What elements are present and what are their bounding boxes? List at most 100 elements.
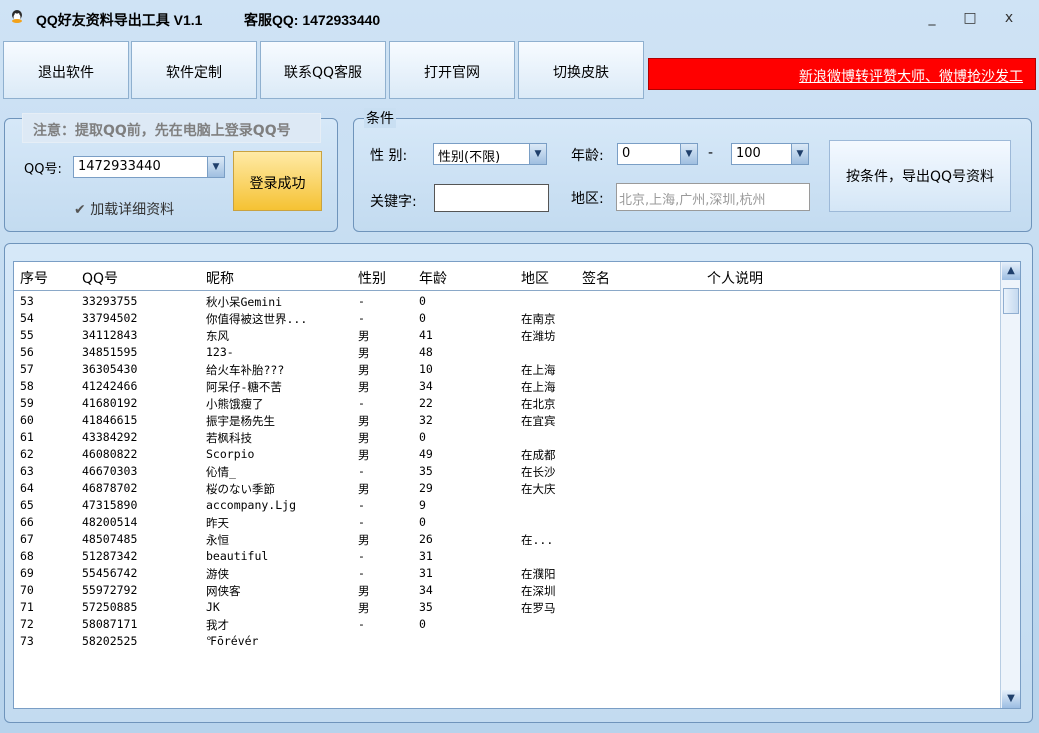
checkmark-icon: ✔ [74,202,86,218]
cell-qq: 43384292 [82,430,138,444]
cell-qq: 55456742 [82,566,138,580]
cell-nickname: 123- [206,345,234,359]
table-row[interactable]: 61 43384292 若枫科技 男 0 [14,429,1000,446]
login-button[interactable]: 登录成功 [233,151,322,211]
title-bar[interactable]: QQ好友资料导出工具 V1.1 客服QQ: 1472933440 _ □ x [0,0,1039,40]
contact-support-button[interactable]: 联系QQ客服 [260,41,386,99]
cell-age: 32 [419,413,433,427]
table-row[interactable]: 69 55456742 游侠 - 31 在濮阳 [14,565,1000,582]
close-button[interactable]: x [997,10,1021,30]
cell-index: 57 [20,362,34,376]
results-table[interactable]: 序号 QQ号 昵称 性别 年龄 地区 签名 个人说明 53 33293755 秋小呆… [13,261,1021,709]
table-row[interactable]: 72 58087171 我才 - 0 [14,616,1000,633]
cell-nickname: ℉ōrévér [206,634,259,648]
ad-marquee-text: 新浪微博转评赞大师、微博抢沙发工 [799,69,1023,85]
cell-age: 0 [419,294,426,308]
table-row[interactable]: 71 57250885 JK 男 35 在罗马 [14,599,1000,616]
col-age[interactable]: 年龄 [419,268,447,288]
table-row[interactable]: 70 55972792 网侠客 男 34 在深圳 [14,582,1000,599]
cell-age: 0 [419,617,426,631]
scroll-down-icon[interactable]: ▼ [1002,690,1020,708]
chevron-down-icon[interactable]: ▼ [529,144,546,164]
age-max-select[interactable]: 100 ▼ [731,143,809,165]
cell-region: 在南京 [521,312,556,326]
table-row[interactable]: 68 51287342 beautiful - 31 [14,548,1000,565]
region-input[interactable]: 北京,上海,广州,深圳,杭州 [616,183,810,211]
table-row[interactable]: 67 48507485 永恒 男 26 在... [14,531,1000,548]
qq-select[interactable]: 1472933440 ▼ [73,156,225,178]
official-site-button[interactable]: 打开官网 [389,41,515,99]
col-qq[interactable]: QQ号 [82,268,118,288]
table-row[interactable]: 62 46080822 Scorpio 男 49 在成都 [14,446,1000,463]
minimize-button[interactable]: _ [920,10,944,30]
table-row[interactable]: 65 47315890 accompany.Ljg - 9 [14,497,1000,514]
chevron-down-icon[interactable]: ▼ [680,144,697,164]
switch-skin-button[interactable]: 切换皮肤 [518,41,644,99]
scroll-up-icon[interactable]: ▲ [1002,262,1020,280]
export-button[interactable]: 按条件，导出QQ号资料 [829,140,1011,212]
chevron-down-icon[interactable]: ▼ [207,157,224,177]
scroll-thumb[interactable] [1003,288,1019,314]
cell-region: 在罗马 [521,601,556,615]
cell-qq: 34112843 [82,328,138,342]
cell-gender: - [358,498,365,512]
cell-nickname: JK [206,600,220,614]
col-gender[interactable]: 性别 [358,268,386,288]
col-signature[interactable]: 签名 [582,268,610,288]
load-details-checkbox[interactable]: ✔ 加载详细资料 [74,199,174,219]
table-row[interactable]: 64 46878702 桜のない季節 男 29 在大庆 [14,480,1000,497]
table-row[interactable]: 55 34112843 东风 男 41 在潍坊 [14,327,1000,344]
age-label: 年龄: [571,148,604,164]
table-row[interactable]: 63 46670303 伈情_ - 35 在长沙 [14,463,1000,480]
table-row[interactable]: 56 34851595 123- 男 48 [14,344,1000,361]
table-row[interactable]: 58 41242466 阿呆仔-糖不苦 男 34 在上海 [14,378,1000,395]
gender-select[interactable]: 性别(不限) ▼ [433,143,547,165]
customize-button[interactable]: 软件定制 [131,41,257,99]
table-row[interactable]: 57 36305430 给火车补胎??? 男 10 在上海 [14,361,1000,378]
cell-qq: 55972792 [82,583,138,597]
cell-age: 41 [419,328,433,342]
cell-region: 在潍坊 [521,329,556,343]
cell-gender: 男 [358,363,370,377]
cell-region: 在成都 [521,448,556,462]
ad-marquee-link[interactable]: 新浪微博转评赞大师、微博抢沙发工 [648,58,1036,90]
cell-age: 35 [419,600,433,614]
cell-qq: 58202525 [82,634,138,648]
cell-age: 49 [419,447,433,461]
table-row[interactable]: 60 41846615 振宇是杨先生 男 32 在宜宾 [14,412,1000,429]
cell-index: 59 [20,396,34,410]
cell-gender: - [358,515,365,529]
maximize-button[interactable]: □ [958,10,982,30]
cell-qq: 41846615 [82,413,138,427]
table-row[interactable]: 54 33794502 你值得被这世界... - 0 在南京 [14,310,1000,327]
qq-select-value: 1472933440 [78,159,161,174]
cell-qq: 47315890 [82,498,138,512]
cell-gender: - [358,549,365,563]
cell-index: 64 [20,481,34,495]
gender-label: 性 别: [370,148,408,164]
col-description[interactable]: 个人说明 [707,268,763,288]
cell-qq: 57250885 [82,600,138,614]
col-nickname[interactable]: 昵称 [206,268,234,288]
cell-nickname: 伈情_ [206,465,236,479]
col-region[interactable]: 地区 [521,268,549,288]
chevron-down-icon[interactable]: ▼ [791,144,808,164]
cell-gender: 男 [358,584,370,598]
table-row[interactable]: 73 58202525 ℉ōrévér [14,633,1000,650]
cell-index: 60 [20,413,34,427]
cell-region: 在大庆 [521,482,556,496]
table-row[interactable]: 53 33293755 秋小呆Gemini - 0 [14,293,1000,310]
cell-index: 62 [20,447,34,461]
exit-button[interactable]: 退出软件 [3,41,129,99]
cell-age: 22 [419,396,433,410]
table-row[interactable]: 66 48200514 昨天 - 0 [14,514,1000,531]
cell-age: 0 [419,515,426,529]
cell-gender: 男 [358,346,370,360]
age-min-select[interactable]: 0 ▼ [617,143,698,165]
vertical-scrollbar[interactable]: ▲ ▼ [1000,262,1020,708]
age-min-value: 0 [622,146,631,161]
col-index[interactable]: 序号 [20,268,48,288]
keyword-input[interactable] [434,184,549,212]
table-row[interactable]: 59 41680192 小熊饿瘦了 - 22 在北京 [14,395,1000,412]
cell-nickname: 秋小呆Gemini [206,295,283,309]
